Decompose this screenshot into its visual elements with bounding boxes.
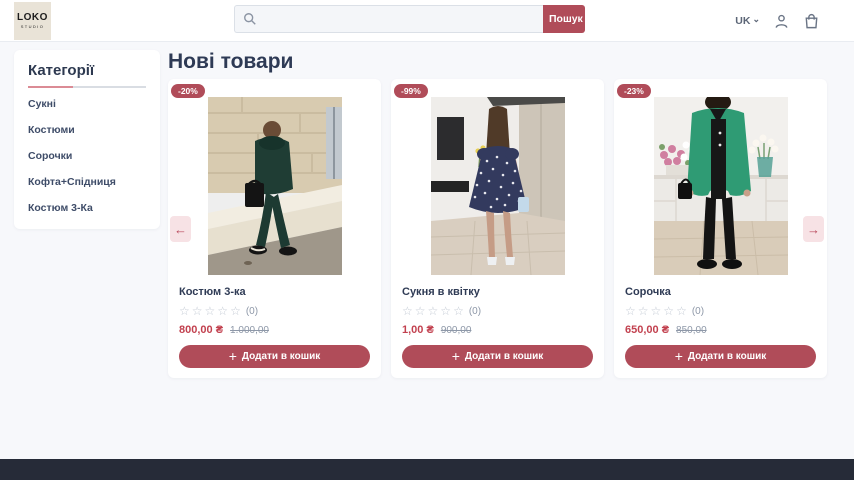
rating: ☆☆☆☆☆ (0) — [179, 305, 370, 317]
plus-icon: + — [675, 349, 683, 363]
star-icon: ☆ — [217, 305, 228, 317]
current-price: 650,00 ₴ — [625, 324, 669, 336]
star-icon: ☆ — [453, 305, 464, 317]
star-icon: ☆ — [625, 305, 636, 317]
footer — [0, 459, 854, 480]
search-icon — [243, 12, 257, 26]
search-input[interactable] — [234, 5, 543, 33]
product-card-shirt: -23% — [614, 79, 827, 378]
star-icon: ☆ — [651, 305, 662, 317]
logo-subtitle: STUDIO — [21, 25, 45, 29]
search-button[interactable]: Пошук — [543, 5, 585, 33]
star-icon: ☆ — [402, 305, 413, 317]
sidebar-item-suit-3piece[interactable]: Костюм 3-Ка — [28, 194, 146, 220]
sidebar-item-shirts[interactable]: Сорочки — [28, 142, 146, 168]
current-price: 800,00 ₴ — [179, 324, 223, 336]
carousel-prev-button[interactable]: ← — [170, 216, 191, 242]
plus-icon: + — [229, 349, 237, 363]
cart-icon[interactable] — [803, 13, 820, 30]
arrow-right-icon: → — [807, 222, 820, 237]
sidebar-item-sweater-skirt[interactable]: Кофта+Спідниця — [28, 168, 146, 194]
price-row: 650,00 ₴ 850,00 — [625, 324, 816, 336]
product-info: Костюм 3-ка ☆☆☆☆☆ (0) 800,00 ₴ 1.000,00 — [168, 275, 381, 336]
add-to-cart-label: Додати в кошик — [242, 351, 320, 362]
logo-title: LOKO — [17, 13, 48, 23]
categories-sidebar: Категорії Сукні Костюми Сорочки Кофта+Сп… — [14, 50, 160, 229]
star-icon: ☆ — [428, 305, 439, 317]
content-area: Категорії Сукні Костюми Сорочки Кофта+Сп… — [0, 42, 854, 459]
add-to-cart-label: Додати в кошик — [688, 351, 766, 362]
product-card-suit-3piece: -20% — [168, 79, 381, 378]
language-label: UK — [735, 15, 750, 27]
star-icon: ☆ — [230, 305, 241, 317]
arrow-left-icon: ← — [174, 222, 187, 237]
discount-badge: -23% — [617, 84, 651, 98]
product-info: Сорочка ☆☆☆☆☆ (0) 650,00 ₴ 850,00 — [614, 275, 827, 336]
language-selector[interactable]: UK ⌄ — [735, 15, 760, 27]
star-icon: ☆ — [440, 305, 451, 317]
star-icon: ☆ — [663, 305, 674, 317]
header-actions: UK ⌄ — [735, 0, 820, 42]
star-icon: ☆ — [205, 305, 216, 317]
main-panel: Нові товари ← → -20% — [168, 50, 827, 378]
account-icon[interactable] — [773, 13, 790, 30]
old-price: 900,00 — [441, 325, 472, 336]
rating-count: (0) — [469, 306, 481, 317]
product-image-flower-dress[interactable] — [431, 97, 565, 275]
storefront-page: LOKO STUDIO Пошук UK ⌄ — [0, 0, 854, 480]
chevron-down-icon: ⌄ — [752, 15, 760, 24]
search-bar: Пошук — [234, 5, 585, 33]
rating-count: (0) — [246, 306, 258, 317]
search-input-box — [234, 5, 543, 33]
product-image-suit-3piece[interactable] — [208, 97, 342, 275]
discount-badge: -20% — [171, 84, 205, 98]
product-title[interactable]: Костюм 3-ка — [179, 286, 370, 298]
sidebar-item-dresses[interactable]: Сукні — [28, 90, 146, 116]
product-image-shirt[interactable] — [654, 97, 788, 275]
add-to-cart-button[interactable]: + Додати в кошик — [179, 345, 370, 368]
star-icon: ☆ — [192, 305, 203, 317]
rating: ☆☆☆☆☆ (0) — [402, 305, 593, 317]
star-icon: ☆ — [676, 305, 687, 317]
star-icon: ☆ — [179, 305, 190, 317]
rating-count: (0) — [692, 306, 704, 317]
add-to-cart-button[interactable]: + Додати в кошик — [402, 345, 593, 368]
sidebar-item-suits[interactable]: Костюми — [28, 116, 146, 142]
add-to-cart-button[interactable]: + Додати в кошик — [625, 345, 816, 368]
sidebar-divider — [28, 86, 146, 88]
discount-badge: -99% — [394, 84, 428, 98]
rating: ☆☆☆☆☆ (0) — [625, 305, 816, 317]
header: LOKO STUDIO Пошук UK ⌄ — [0, 0, 854, 42]
star-icon: ☆ — [638, 305, 649, 317]
price-row: 1,00 ₴ 900,00 — [402, 324, 593, 336]
logo[interactable]: LOKO STUDIO — [14, 2, 51, 40]
sidebar-title: Категорії — [28, 62, 146, 79]
old-price: 1.000,00 — [230, 325, 269, 336]
price-row: 800,00 ₴ 1.000,00 — [179, 324, 370, 336]
current-price: 1,00 ₴ — [402, 324, 434, 336]
plus-icon: + — [452, 349, 460, 363]
page-title: Нові товари — [168, 50, 827, 73]
new-products-carousel: ← → -20% — [168, 79, 827, 378]
old-price: 850,00 — [676, 325, 707, 336]
product-card-flower-dress: -99% — [391, 79, 604, 378]
product-title[interactable]: Сукня в квітку — [402, 286, 593, 298]
product-info: Сукня в квітку ☆☆☆☆☆ (0) 1,00 ₴ 900,00 — [391, 275, 604, 336]
product-title[interactable]: Сорочка — [625, 286, 816, 298]
product-cards: -20% — [168, 79, 827, 378]
carousel-next-button[interactable]: → — [803, 216, 824, 242]
add-to-cart-label: Додати в кошик — [465, 351, 543, 362]
star-icon: ☆ — [415, 305, 426, 317]
